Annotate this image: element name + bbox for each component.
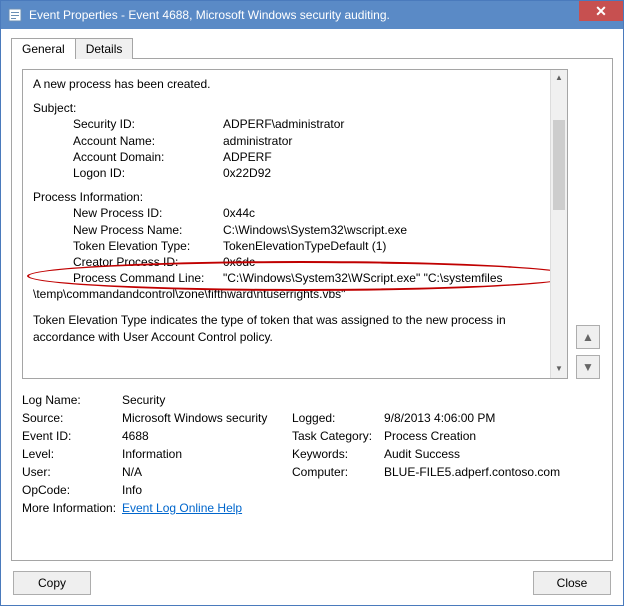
footer-text-2: accordance with User Account Control pol… [33, 329, 561, 345]
close-icon: ✕ [595, 3, 607, 20]
creator-pid-value: 0x6dc [223, 254, 561, 270]
user-label: User: [22, 465, 122, 479]
tet-value: TokenElevationTypeDefault (1) [223, 238, 561, 254]
titlebar[interactable]: Event Properties - Event 4688, Microsoft… [1, 1, 623, 29]
dialog-buttons: Copy Close [11, 571, 613, 595]
arrow-down-icon: ▼ [582, 360, 594, 374]
event-metadata: Log Name:Security Source:Microsoft Windo… [22, 393, 602, 519]
new-pid-value: 0x44c [223, 205, 561, 221]
window-title: Event Properties - Event 4688, Microsoft… [29, 8, 617, 22]
event-id-value: 4688 [122, 429, 149, 443]
content-area: General Details A new process has been c… [1, 29, 623, 605]
cmdline-value-1: "C:\Windows\System32\WScript.exe" "C:\sy… [223, 270, 561, 286]
subject-header: Subject: [33, 100, 561, 116]
close-window-button[interactable]: ✕ [579, 1, 623, 21]
tab-panel-general: A new process has been created. Subject:… [11, 58, 613, 561]
arrow-up-icon: ▲ [582, 330, 594, 344]
copy-button[interactable]: Copy [13, 571, 91, 595]
tab-general[interactable]: General [11, 38, 76, 59]
tab-strip: General Details [11, 38, 613, 59]
more-info-label: More Information: [22, 501, 122, 515]
record-nav: ▲ ▼ [576, 69, 602, 379]
user-value: N/A [122, 465, 142, 479]
account-domain-label: Account Domain: [73, 149, 223, 165]
event-icon [7, 7, 23, 23]
heading-text: A new process has been created. [33, 76, 561, 92]
scroll-up-icon[interactable]: ▲ [551, 70, 567, 87]
account-domain-value: ADPERF [223, 149, 561, 165]
new-pid-label: New Process ID: [73, 205, 223, 221]
tab-details[interactable]: Details [75, 38, 134, 59]
logon-id-label: Logon ID: [73, 165, 223, 181]
security-id-label: Security ID: [73, 116, 223, 132]
new-pname-value: C:\Windows\System32\wscript.exe [223, 222, 561, 238]
event-properties-window: Event Properties - Event 4688, Microsoft… [0, 0, 624, 606]
event-id-label: Event ID: [22, 429, 122, 443]
log-name-label: Log Name: [22, 393, 122, 407]
prev-event-button[interactable]: ▲ [576, 325, 600, 349]
footer-text-1: Token Elevation Type indicates the type … [33, 312, 561, 328]
source-label: Source: [22, 411, 122, 425]
process-info-header: Process Information: [33, 189, 561, 205]
log-name-value: Security [122, 393, 165, 407]
task-cat-label: Task Category: [292, 429, 384, 443]
creator-pid-label: Creator Process ID: [73, 254, 223, 270]
event-log-help-link[interactable]: Event Log Online Help [122, 501, 242, 515]
cmdline-label: Process Command Line: [73, 270, 223, 286]
account-name-value: administrator [223, 133, 561, 149]
scroll-down-icon[interactable]: ▼ [551, 361, 567, 378]
new-pname-label: New Process Name: [73, 222, 223, 238]
vertical-scrollbar[interactable]: ▲ ▼ [550, 70, 567, 378]
security-id-value: ADPERF\administrator [223, 116, 561, 132]
close-button[interactable]: Close [533, 571, 611, 595]
logged-value: 9/8/2013 4:06:00 PM [384, 411, 495, 425]
scroll-thumb[interactable] [553, 120, 565, 210]
level-label: Level: [22, 447, 122, 461]
source-value: Microsoft Windows security [122, 411, 267, 425]
level-value: Information [122, 447, 182, 461]
next-event-button[interactable]: ▼ [576, 355, 600, 379]
keywords-label: Keywords: [292, 447, 384, 461]
computer-label: Computer: [292, 465, 384, 479]
event-description-box: A new process has been created. Subject:… [22, 69, 568, 379]
logged-label: Logged: [292, 411, 384, 425]
cmdline-value-2: \temp\commandandcontrol\zone\fifthward\n… [33, 286, 561, 302]
task-cat-value: Process Creation [384, 429, 476, 443]
tet-label: Token Elevation Type: [73, 238, 223, 254]
keywords-value: Audit Success [384, 447, 460, 461]
opcode-label: OpCode: [22, 483, 122, 497]
account-name-label: Account Name: [73, 133, 223, 149]
computer-value: BLUE-FILE5.adperf.contoso.com [384, 465, 560, 479]
logon-id-value: 0x22D92 [223, 165, 561, 181]
opcode-value: Info [122, 483, 142, 497]
